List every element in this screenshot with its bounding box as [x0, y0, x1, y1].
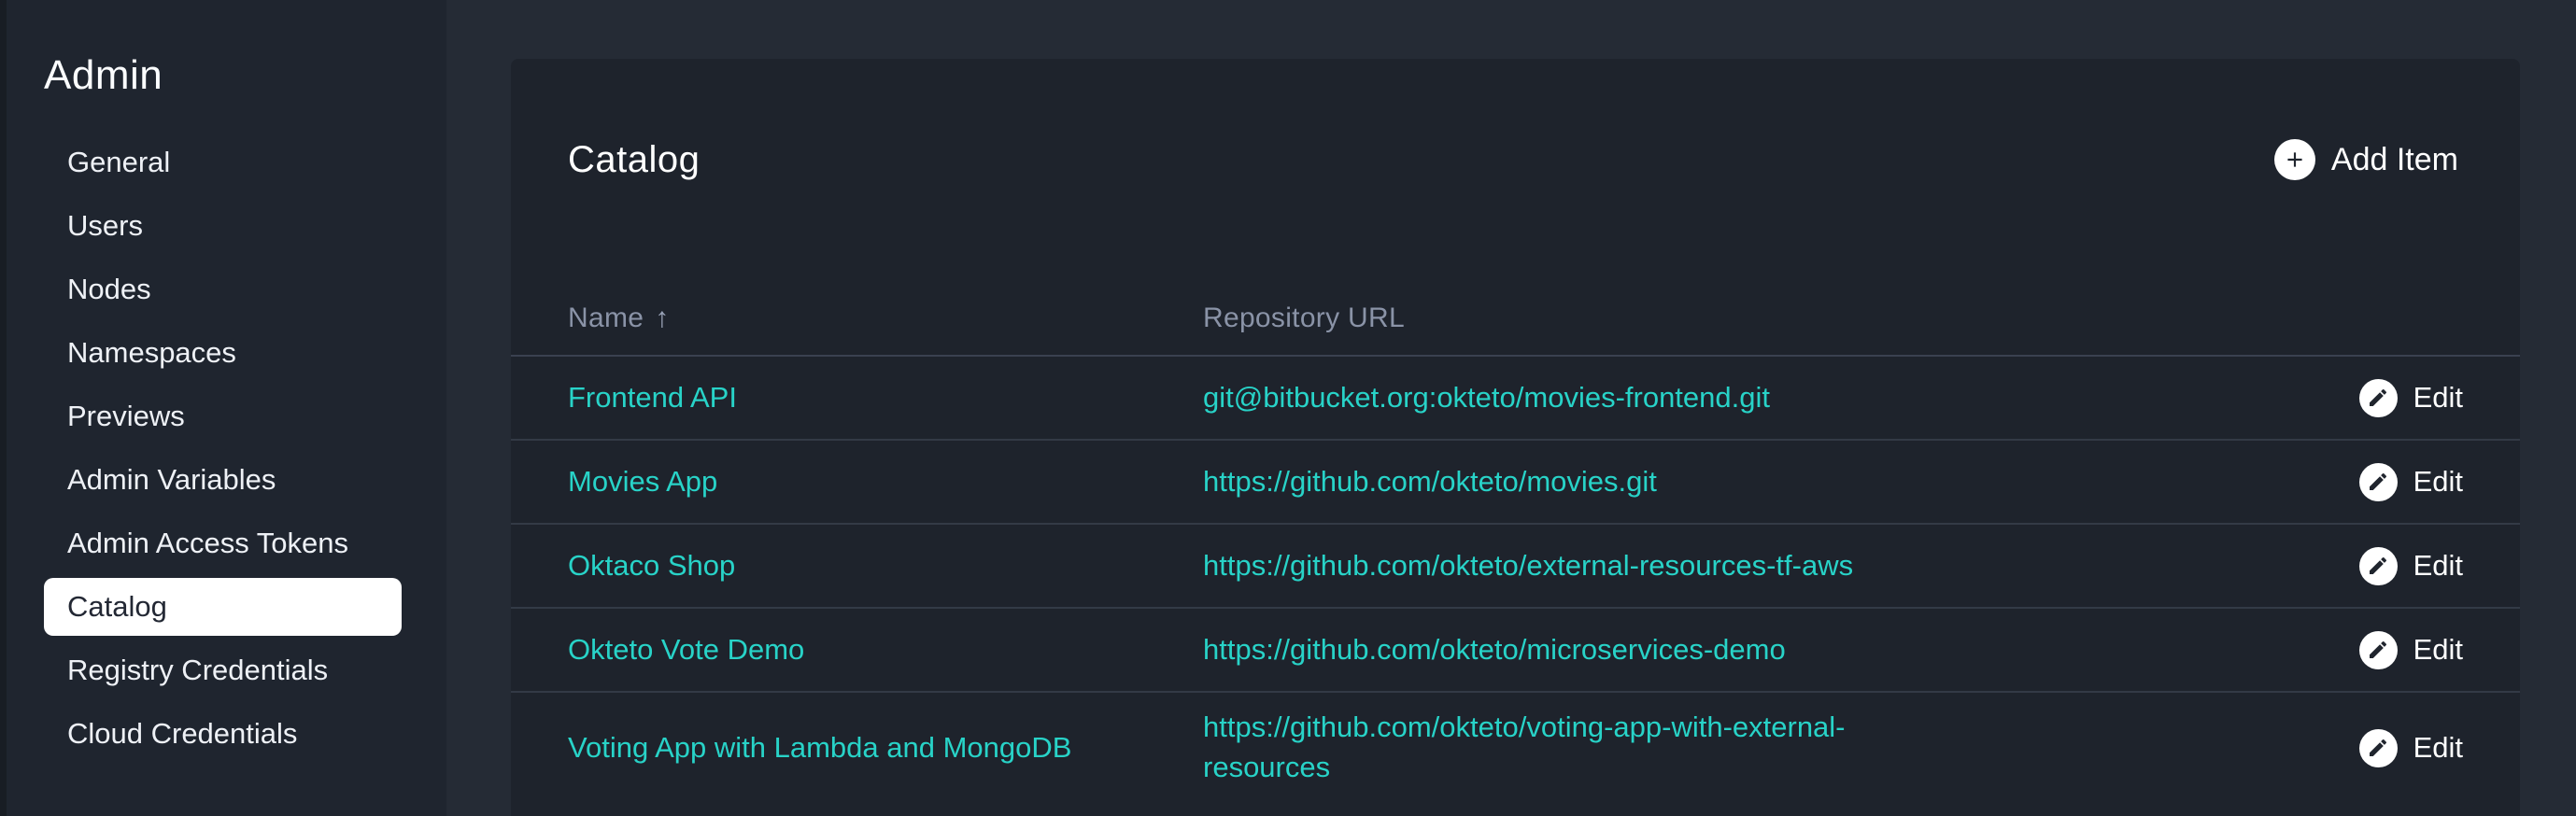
catalog-panel: Catalog Add Item Name ↑ Repository URL F…	[511, 59, 2520, 816]
sidebar-title: Admin	[44, 52, 163, 98]
edit-button-label: Edit	[2413, 381, 2463, 415]
sidebar-item-label: Namespaces	[67, 336, 236, 370]
repository-url-cell: https://github.com/okteto/external-resou…	[1203, 546, 2295, 586]
sidebar-item-label: Nodes	[67, 273, 151, 306]
sidebar-item-label: Cloud Credentials	[67, 717, 298, 751]
pencil-icon	[2358, 378, 2398, 417]
edit-button-label: Edit	[2413, 549, 2463, 583]
edit-button[interactable]: Edit	[2358, 378, 2463, 417]
edit-button[interactable]: Edit	[2358, 728, 2463, 767]
repository-url-cell: https://github.com/okteto/movies.git	[1203, 462, 2295, 502]
actions-cell: Edit	[2295, 728, 2463, 767]
sidebar-item[interactable]: Previews	[0, 385, 446, 448]
sidebar-item-label: Registry Credentials	[67, 654, 329, 687]
repository-url-cell: https://github.com/okteto/microservices-…	[1203, 630, 2295, 670]
catalog-item-name-link[interactable]: Movies App	[568, 465, 717, 498]
repository-url-cell: https://github.com/okteto/voting-app-wit…	[1203, 708, 2295, 788]
sidebar-item[interactable]: Users	[0, 194, 446, 258]
name-column-label: Name	[568, 302, 644, 334]
sidebar-item-label: Previews	[67, 400, 185, 433]
panel-header: Catalog Add Item	[511, 59, 2520, 212]
catalog-item-name-link[interactable]: Okteto Vote Demo	[568, 633, 804, 666]
pencil-icon	[2358, 728, 2398, 767]
repository-url-link[interactable]: https://github.com/okteto/external-resou…	[1203, 546, 1853, 586]
admin-sidebar: Admin General Users Nodes Namespaces Pre…	[0, 0, 446, 816]
catalog-item-name-link[interactable]: Frontend API	[568, 381, 737, 414]
pencil-icon	[2358, 546, 2398, 585]
repository-url-link[interactable]: git@bitbucket.org:okteto/movies-frontend…	[1203, 378, 1770, 418]
edit-button-label: Edit	[2413, 465, 2463, 499]
sidebar-left-edge	[0, 0, 7, 816]
add-item-button-label: Add Item	[2330, 141, 2458, 177]
sidebar-item[interactable]: Cloud Credentials	[0, 702, 446, 766]
column-header-repository-url[interactable]: Repository URL	[1203, 302, 2295, 334]
catalog-item-name-link[interactable]: Voting App with Lambda and MongoDB	[568, 731, 1071, 764]
actions-cell: Edit	[2295, 630, 2463, 669]
actions-cell: Edit	[2295, 546, 2463, 585]
page-title: Catalog	[568, 139, 701, 181]
edit-button[interactable]: Edit	[2358, 462, 2463, 501]
repository-url-link[interactable]: https://github.com/okteto/movies.git	[1203, 462, 1657, 502]
sidebar-nav: General Users Nodes Namespaces Previews …	[0, 131, 446, 766]
table-header-row: Name ↑ Repository URL	[511, 212, 2520, 358]
catalog-table-body: Frontend API git@bitbucket.org:okteto/mo…	[511, 357, 2520, 803]
pencil-icon	[2358, 462, 2398, 501]
sidebar-item-label: Catalog	[67, 590, 167, 624]
sidebar-item[interactable]: Admin Variables	[0, 448, 446, 512]
edit-button[interactable]: Edit	[2358, 630, 2463, 669]
table-row: Voting App with Lambda and MongoDB https…	[511, 693, 2520, 803]
catalog-item-name-link[interactable]: Oktaco Shop	[568, 549, 735, 582]
edit-button-label: Edit	[2413, 633, 2463, 667]
sidebar-item-label: Admin Variables	[67, 463, 276, 497]
repository-url-column-label: Repository URL	[1203, 302, 1405, 334]
sidebar-item-label: Admin Access Tokens	[67, 527, 348, 560]
sort-ascending-icon[interactable]: ↑	[655, 302, 669, 333]
sidebar-item[interactable]: Registry Credentials	[0, 639, 446, 702]
sidebar-item[interactable]: General	[0, 131, 446, 194]
table-row: Movies App https://github.com/okteto/mov…	[511, 441, 2520, 526]
column-header-name[interactable]: Name ↑	[568, 302, 1203, 334]
sidebar-item-label: Users	[67, 209, 143, 243]
sidebar-item-label: General	[67, 146, 171, 179]
name-cell: Frontend API	[568, 381, 1203, 415]
table-row: Oktaco Shop https://github.com/okteto/ex…	[511, 525, 2520, 610]
repository-url-link[interactable]: https://github.com/okteto/voting-app-wit…	[1203, 708, 1894, 788]
name-cell: Okteto Vote Demo	[568, 633, 1203, 667]
repository-url-link[interactable]: https://github.com/okteto/microservices-…	[1203, 630, 1786, 670]
sidebar-item[interactable]: Nodes	[0, 258, 446, 321]
sidebar-item[interactable]: Admin Access Tokens	[0, 512, 446, 575]
sidebar-item[interactable]: Namespaces	[0, 321, 446, 385]
actions-cell: Edit	[2295, 462, 2463, 501]
name-cell: Oktaco Shop	[568, 549, 1203, 583]
sidebar-item[interactable]: Catalog	[44, 578, 402, 637]
pencil-icon	[2358, 630, 2398, 669]
repository-url-cell: git@bitbucket.org:okteto/movies-frontend…	[1203, 378, 2295, 418]
admin-page: Admin General Users Nodes Namespaces Pre…	[0, 0, 2576, 816]
table-row: Frontend API git@bitbucket.org:okteto/mo…	[511, 357, 2520, 442]
add-item-button[interactable]: Add Item	[2273, 139, 2458, 181]
actions-cell: Edit	[2295, 378, 2463, 417]
edit-button[interactable]: Edit	[2358, 546, 2463, 585]
name-cell: Movies App	[568, 465, 1203, 499]
plus-icon	[2273, 139, 2315, 181]
edit-button-label: Edit	[2413, 731, 2463, 765]
table-row: Okteto Vote Demo https://github.com/okte…	[511, 609, 2520, 694]
name-cell: Voting App with Lambda and MongoDB	[568, 731, 1203, 765]
